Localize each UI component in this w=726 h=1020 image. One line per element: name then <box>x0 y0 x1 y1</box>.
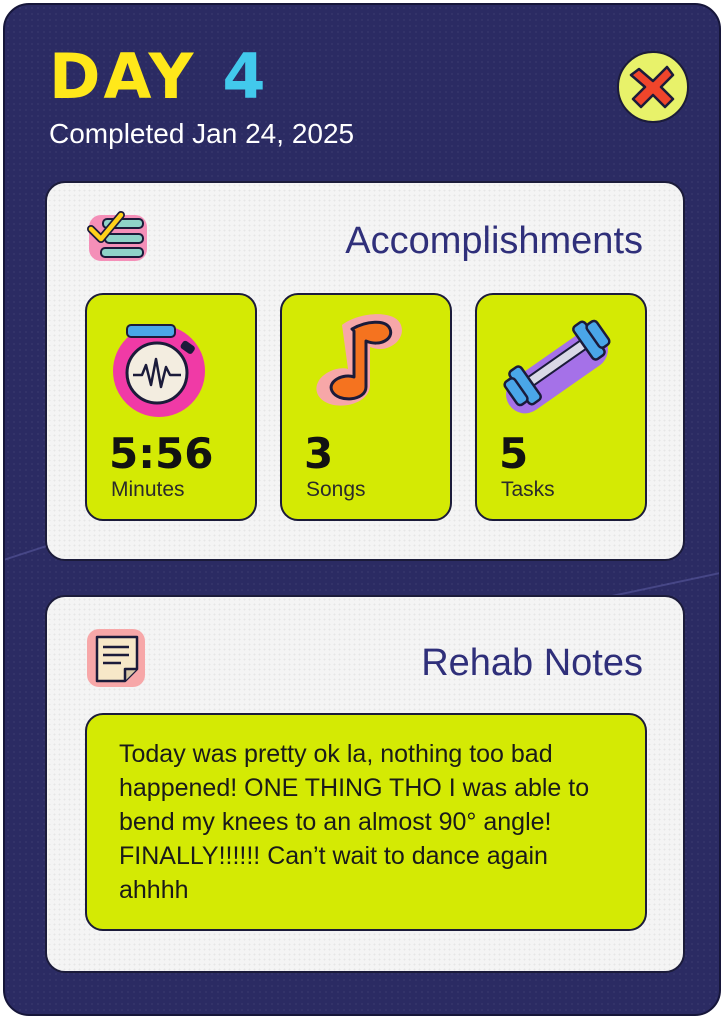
accomplishments-title: Accomplishments <box>345 220 643 262</box>
stopwatch-icon <box>113 324 205 417</box>
dumbbell-icon <box>503 319 611 414</box>
accomplishments-card: Accomplishments 5:56 Minutes 3 Songs 5 T… <box>45 181 685 561</box>
title-day-number: 4 <box>222 40 269 113</box>
music-note-icon <box>316 314 402 406</box>
minutes-value: 5:56 <box>109 429 214 478</box>
day-summary-panel: DAY 4 Completed Jan 24, 2025 Accomplishme… <box>3 3 721 1016</box>
rehab-notes-title: Rehab Notes <box>421 642 643 684</box>
rehab-notes-card: Rehab Notes Today was pretty ok la, noth… <box>45 595 685 973</box>
completion-date: Completed Jan 24, 2025 <box>49 118 355 149</box>
notepad-icon <box>87 629 145 687</box>
rehab-notes-text: Today was pretty ok la, nothing too bad … <box>119 740 590 904</box>
stat-tile-songs: 3 Songs <box>280 293 452 521</box>
stat-tile-minutes: 5:56 Minutes <box>85 293 257 521</box>
tasks-label: Tasks <box>501 478 555 501</box>
close-x-icon <box>629 65 675 109</box>
stat-tile-tasks: 5 Tasks <box>475 293 647 521</box>
minutes-label: Minutes <box>111 478 185 501</box>
songs-label: Songs <box>306 478 366 501</box>
title-day-word: DAY <box>49 40 197 113</box>
page-title: DAY 4 <box>49 41 269 113</box>
close-button[interactable] <box>617 51 689 123</box>
songs-value: 3 <box>304 429 334 478</box>
rehab-notes-box: Today was pretty ok la, nothing too bad … <box>85 713 647 931</box>
tasks-value: 5 <box>499 429 529 478</box>
checklist-icon <box>87 211 147 261</box>
